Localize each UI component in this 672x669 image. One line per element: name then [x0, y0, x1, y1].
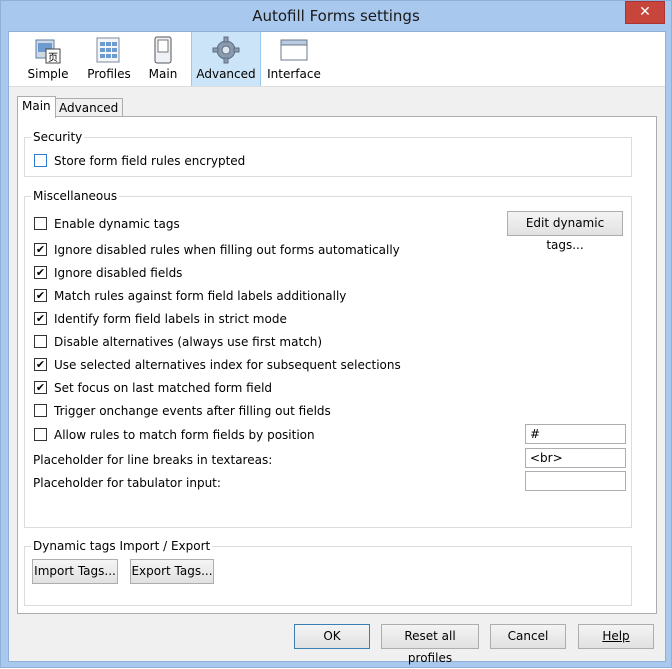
misc-option[interactable]: ✔ Match rules against form field labels a…	[34, 288, 346, 304]
toolbar-label: Advanced	[196, 67, 256, 81]
misc-option[interactable]: ✔ Ignore disabled rules when filling out …	[34, 242, 400, 258]
store-encrypted-label: Store form field rules encrypted	[54, 154, 246, 168]
misc-checkbox[interactable]: ✔	[34, 289, 47, 302]
misc-checkbox[interactable]	[34, 428, 47, 441]
misc-option[interactable]: ✔ Use selected alternatives index for sub…	[34, 357, 401, 373]
help-button[interactable]: Help	[578, 624, 654, 649]
misc-checkbox[interactable]: ✔	[34, 381, 47, 394]
toolbar-label: Interface	[267, 67, 321, 81]
linebreak-placeholder-label: Placeholder for line breaks in textareas…	[33, 453, 273, 467]
misc-checkbox[interactable]: ✔	[34, 358, 47, 371]
svg-text:页: 页	[48, 52, 58, 64]
misc-option-label: Set focus on last matched form field	[54, 381, 273, 395]
misc-option[interactable]: Allow rules to match form fields by posi…	[34, 427, 315, 443]
cancel-button[interactable]: Cancel	[490, 624, 566, 649]
misc-option[interactable]: Disable alternatives (always use first m…	[34, 334, 322, 350]
security-group-label: Security	[31, 130, 85, 144]
close-button[interactable]: ✕	[625, 1, 665, 24]
store-encrypted-checkbox[interactable]	[34, 154, 47, 167]
position-char-input[interactable]: #	[525, 424, 626, 444]
profiles-grid-icon	[96, 37, 120, 63]
title-bar[interactable]: Autofill Forms settings ✕	[1, 1, 671, 31]
gear-icon	[212, 36, 240, 64]
main-switch-icon	[154, 36, 172, 64]
misc-option-label: Match rules against form field labels ad…	[54, 289, 347, 303]
misc-option[interactable]: ✔ Ignore disabled fields	[34, 265, 182, 281]
settings-window: Autofill Forms settings ✕ 页 Simple Profi…	[0, 0, 672, 668]
store-encrypted-option[interactable]: Store form field rules encrypted	[34, 153, 245, 169]
misc-checkbox[interactable]	[34, 404, 47, 417]
import-tags-button[interactable]: Import Tags...	[32, 559, 118, 584]
misc-option-label: Ignore disabled rules when filling out f…	[54, 243, 400, 257]
misc-option[interactable]: Enable dynamic tags	[34, 216, 180, 232]
edit-dynamic-tags-button[interactable]: Edit dynamic tags...	[507, 211, 623, 252]
client-area: 页 Simple Profiles Main Advanced Interfac…	[8, 31, 666, 665]
misc-checkbox[interactable]: ✔	[34, 312, 47, 325]
ok-button[interactable]: OK	[294, 624, 370, 649]
misc-option-label: Identify form field labels in strict mod…	[54, 312, 287, 326]
misc-checkbox[interactable]	[34, 217, 47, 230]
tabulator-placeholder-input[interactable]	[525, 471, 626, 491]
misc-option[interactable]: Trigger onchange events after filling ou…	[34, 403, 331, 419]
misc-option-label: Disable alternatives (always use first m…	[54, 335, 323, 349]
misc-option-label: Allow rules to match form fields by posi…	[54, 428, 315, 442]
category-toolbar: 页 Simple Profiles Main Advanced Interfac…	[9, 32, 665, 87]
window-title: Autofill Forms settings	[252, 7, 420, 25]
misc-option-label: Trigger onchange events after filling ou…	[54, 404, 331, 418]
reset-all-profiles-button[interactable]: Reset all profiles	[381, 624, 479, 665]
linebreak-placeholder-input[interactable]: <br>	[525, 448, 626, 468]
toolbar-label: Main	[148, 67, 178, 81]
misc-option[interactable]: ✔ Identify form field labels in strict mo…	[34, 311, 287, 327]
misc-group: Miscellaneous Enable dynamic tags Edit d…	[24, 189, 632, 528]
misc-checkbox[interactable]: ✔	[34, 266, 47, 279]
misc-group-label: Miscellaneous	[31, 189, 120, 203]
toolbar-label: Simple	[27, 67, 69, 81]
export-tags-button[interactable]: Export Tags...	[130, 559, 214, 584]
toolbar-label: Profiles	[87, 67, 131, 81]
toolbar-interface[interactable]: Interface	[261, 32, 327, 86]
window-icon	[280, 39, 308, 61]
misc-option-label: Use selected alternatives index for subs…	[54, 358, 401, 372]
misc-checkbox[interactable]: ✔	[34, 243, 47, 256]
misc-option-label: Ignore disabled fields	[54, 266, 183, 280]
security-group: Security Store form field rules encrypte…	[24, 130, 632, 177]
simple-page-icon: 页	[35, 39, 61, 64]
toolbar-advanced[interactable]: Advanced	[191, 32, 261, 86]
tab-main[interactable]: Main	[17, 96, 56, 118]
toolbar-profiles[interactable]: Profiles	[79, 32, 139, 86]
tabulator-placeholder-label: Placeholder for tabulator input:	[33, 476, 221, 490]
import-export-group: Dynamic tags Import / Export Import Tags…	[24, 539, 632, 606]
import-export-group-label: Dynamic tags Import / Export	[31, 539, 213, 553]
toolbar-main[interactable]: Main	[141, 32, 185, 86]
misc-option[interactable]: ✔ Set focus on last matched form field	[34, 380, 272, 396]
misc-checkbox[interactable]	[34, 335, 47, 348]
toolbar-simple[interactable]: 页 Simple	[19, 32, 77, 86]
tab-page-main: Security Store form field rules encrypte…	[17, 116, 657, 614]
misc-option-label: Enable dynamic tags	[54, 217, 180, 231]
tab-advanced[interactable]: Advanced	[54, 98, 124, 117]
